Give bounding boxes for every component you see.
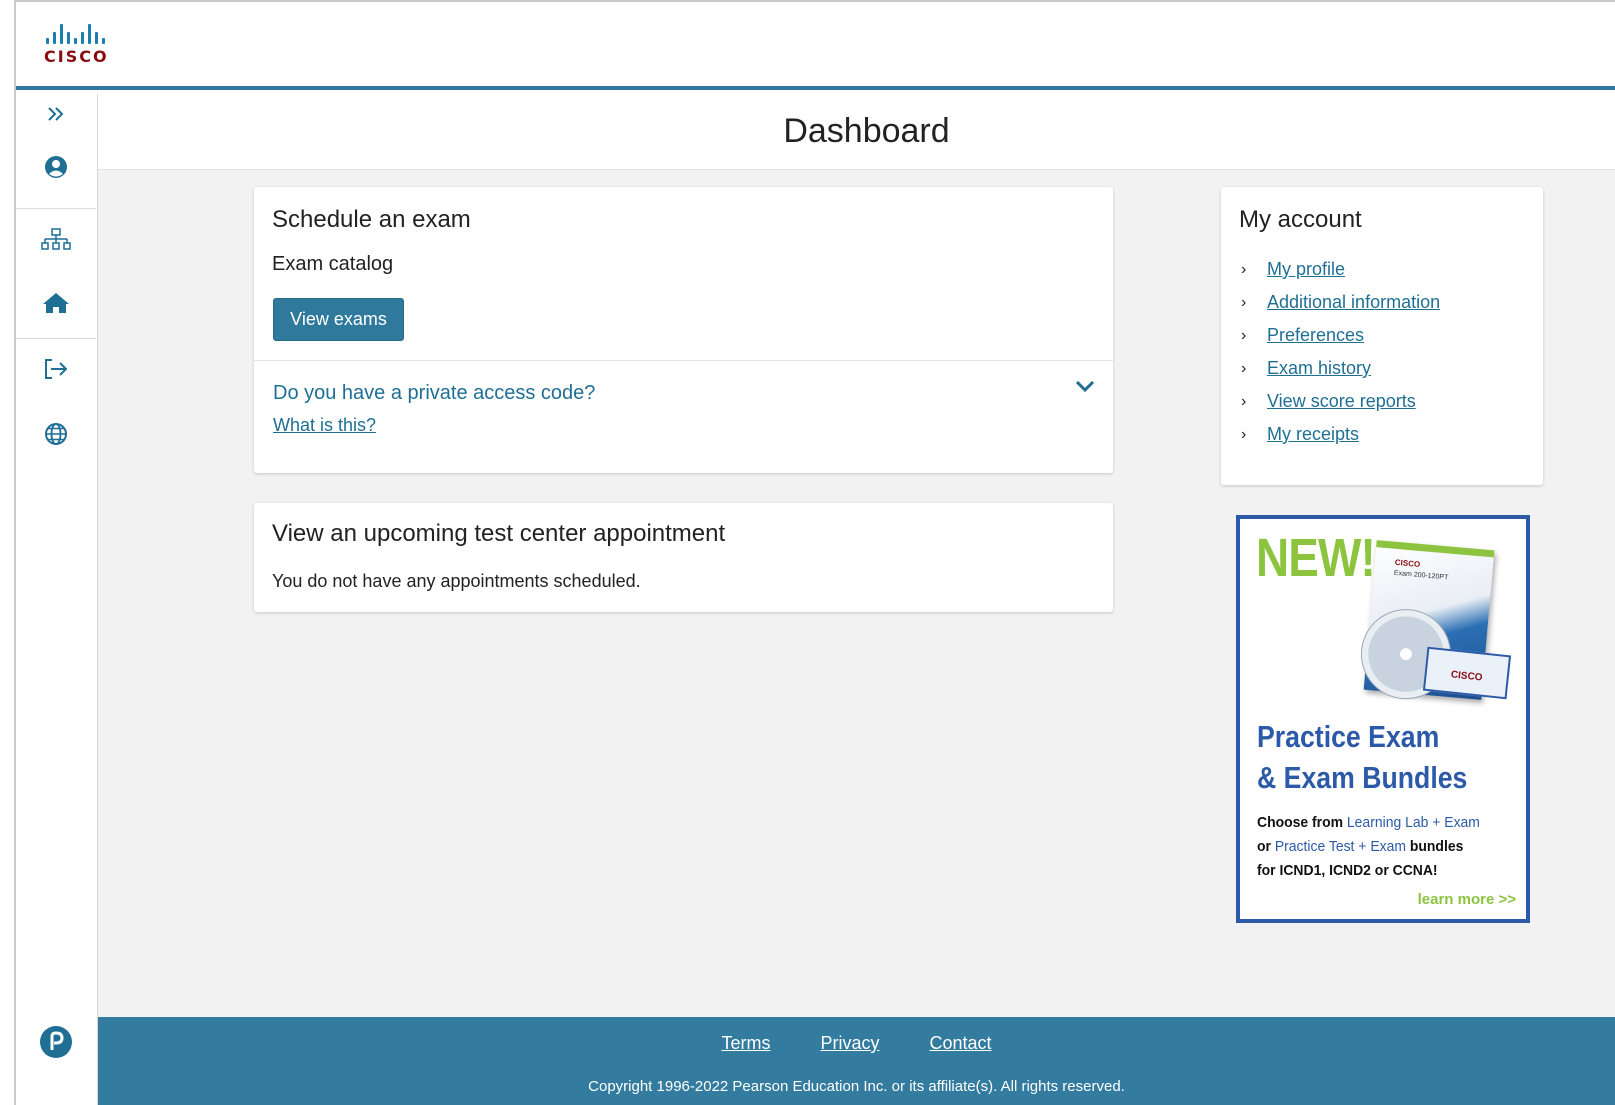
profile-nav-button[interactable] xyxy=(16,149,96,189)
account-link-item: › Additional information xyxy=(1241,286,1440,319)
sidebar-divider xyxy=(16,208,96,209)
cisco-logo[interactable]: CISCO xyxy=(44,24,134,74)
private-code-toggle[interactable]: Do you have a private access code? xyxy=(273,382,595,405)
home-icon xyxy=(42,291,70,320)
cisco-logo-bars xyxy=(46,24,134,44)
account-link-item: › View score reports xyxy=(1241,385,1440,418)
home-nav-button[interactable] xyxy=(16,285,96,325)
main-content: Dashboard Schedule an exam Exam catalog … xyxy=(98,94,1615,1105)
account-link-item: › Preferences xyxy=(1241,319,1440,352)
ad-body-3: for ICND1, ICND2 or CCNA! xyxy=(1257,862,1438,879)
my-account-heading: My account xyxy=(1239,206,1362,233)
sitemap-nav-button[interactable] xyxy=(16,222,96,262)
copyright-text: Copyright 1996-2022 Pearson Education In… xyxy=(588,1078,1125,1095)
logout-nav-button[interactable] xyxy=(16,351,96,391)
ad-body-2b: Practice Test + Exam xyxy=(1274,838,1406,855)
ad-new-badge: NEW! xyxy=(1256,528,1376,588)
top-header: CISCO xyxy=(16,2,1615,90)
additional-information-link[interactable]: Additional information xyxy=(1267,292,1440,313)
app-frame: CISCO Dashboard Schedule an exam Exam ca… xyxy=(14,0,1615,1105)
privacy-link[interactable]: Privacy xyxy=(820,1033,879,1054)
globe-icon xyxy=(44,422,68,451)
chevron-down-icon[interactable] xyxy=(1075,379,1095,398)
chevron-right-icon: › xyxy=(1241,326,1247,344)
schedule-exam-card: Schedule an exam Exam catalog View exams… xyxy=(254,187,1113,473)
user-circle-icon xyxy=(44,155,68,184)
account-link-item: › Exam history xyxy=(1241,352,1440,385)
pearson-logo-icon xyxy=(39,1025,73,1064)
sitemap-icon xyxy=(41,227,71,257)
view-exams-button[interactable]: View exams xyxy=(273,298,404,341)
contact-link[interactable]: Contact xyxy=(929,1033,991,1054)
appointment-card: View an upcoming test center appointment… xyxy=(254,503,1113,612)
account-links-list: › My profile › Additional information › Pre… xyxy=(1241,253,1440,451)
ad-voucher-cisco: CISCO xyxy=(1450,669,1483,684)
ad-body: Choose from Learning Lab + Exam or Pract… xyxy=(1257,811,1480,883)
view-score-reports-link[interactable]: View score reports xyxy=(1267,391,1416,412)
expand-nav-button[interactable] xyxy=(16,96,96,136)
page-title: Dashboard xyxy=(783,112,950,150)
exam-history-link[interactable]: Exam history xyxy=(1267,358,1371,379)
preferences-link[interactable]: Preferences xyxy=(1267,325,1364,346)
account-link-item: › My profile xyxy=(1241,253,1440,286)
terms-link[interactable]: Terms xyxy=(721,1033,770,1054)
chevron-right-icon: › xyxy=(1241,425,1247,443)
schedule-exam-heading: Schedule an exam xyxy=(272,206,471,233)
ad-box-cisco: CISCO xyxy=(1394,557,1421,570)
chevron-right-icon: › xyxy=(1241,260,1247,278)
ad-box-exam: Exam 200-120PT xyxy=(1393,569,1449,582)
no-appointments-text: You do not have any appointments schedul… xyxy=(272,571,641,591)
double-chevron-right-icon xyxy=(47,106,65,127)
ad-body-2a: or xyxy=(1257,838,1275,855)
chevron-right-icon: › xyxy=(1241,392,1247,410)
ad-voucher-card: CISCO xyxy=(1422,646,1512,700)
language-nav-button[interactable] xyxy=(16,416,96,456)
sign-out-icon xyxy=(43,358,69,385)
my-account-card: My account › My profile › Additional infor… xyxy=(1221,187,1543,485)
card-divider xyxy=(254,360,1113,361)
page-footer: Terms Privacy Contact Copyright 1996-202… xyxy=(98,1017,1615,1105)
pearson-logo-button[interactable] xyxy=(16,1024,96,1064)
ad-headline-1: Practice Exam xyxy=(1257,719,1440,754)
ad-body-2c: bundles xyxy=(1405,838,1464,855)
my-receipts-link[interactable]: My receipts xyxy=(1267,424,1359,445)
appointment-heading: View an upcoming test center appointment xyxy=(272,520,726,547)
practice-exam-ad[interactable]: NEW! CISCO Exam 200-120PT CISCO Practice… xyxy=(1236,515,1530,923)
cisco-logo-text: CISCO xyxy=(44,47,109,66)
account-link-item: › My receipts xyxy=(1241,418,1440,451)
what-is-this-link[interactable]: What is this? xyxy=(273,415,376,436)
exam-catalog-label: Exam catalog xyxy=(272,253,394,275)
sidebar-divider xyxy=(16,338,96,339)
chevron-right-icon: › xyxy=(1241,293,1247,311)
my-profile-link[interactable]: My profile xyxy=(1267,259,1345,280)
ad-learn-more-link[interactable]: learn more >> xyxy=(1418,891,1516,908)
footer-links: Terms Privacy Contact xyxy=(98,1033,1615,1054)
side-nav xyxy=(16,94,98,1105)
chevron-right-icon: › xyxy=(1241,359,1247,377)
ad-headline-2: & Exam Bundles xyxy=(1257,760,1468,795)
ad-body-1b: Learning Lab + Exam xyxy=(1346,814,1480,831)
ad-box-stripe xyxy=(1376,540,1495,558)
ad-body-1a: Choose from xyxy=(1257,814,1347,831)
page-title-bar: Dashboard xyxy=(98,94,1615,170)
